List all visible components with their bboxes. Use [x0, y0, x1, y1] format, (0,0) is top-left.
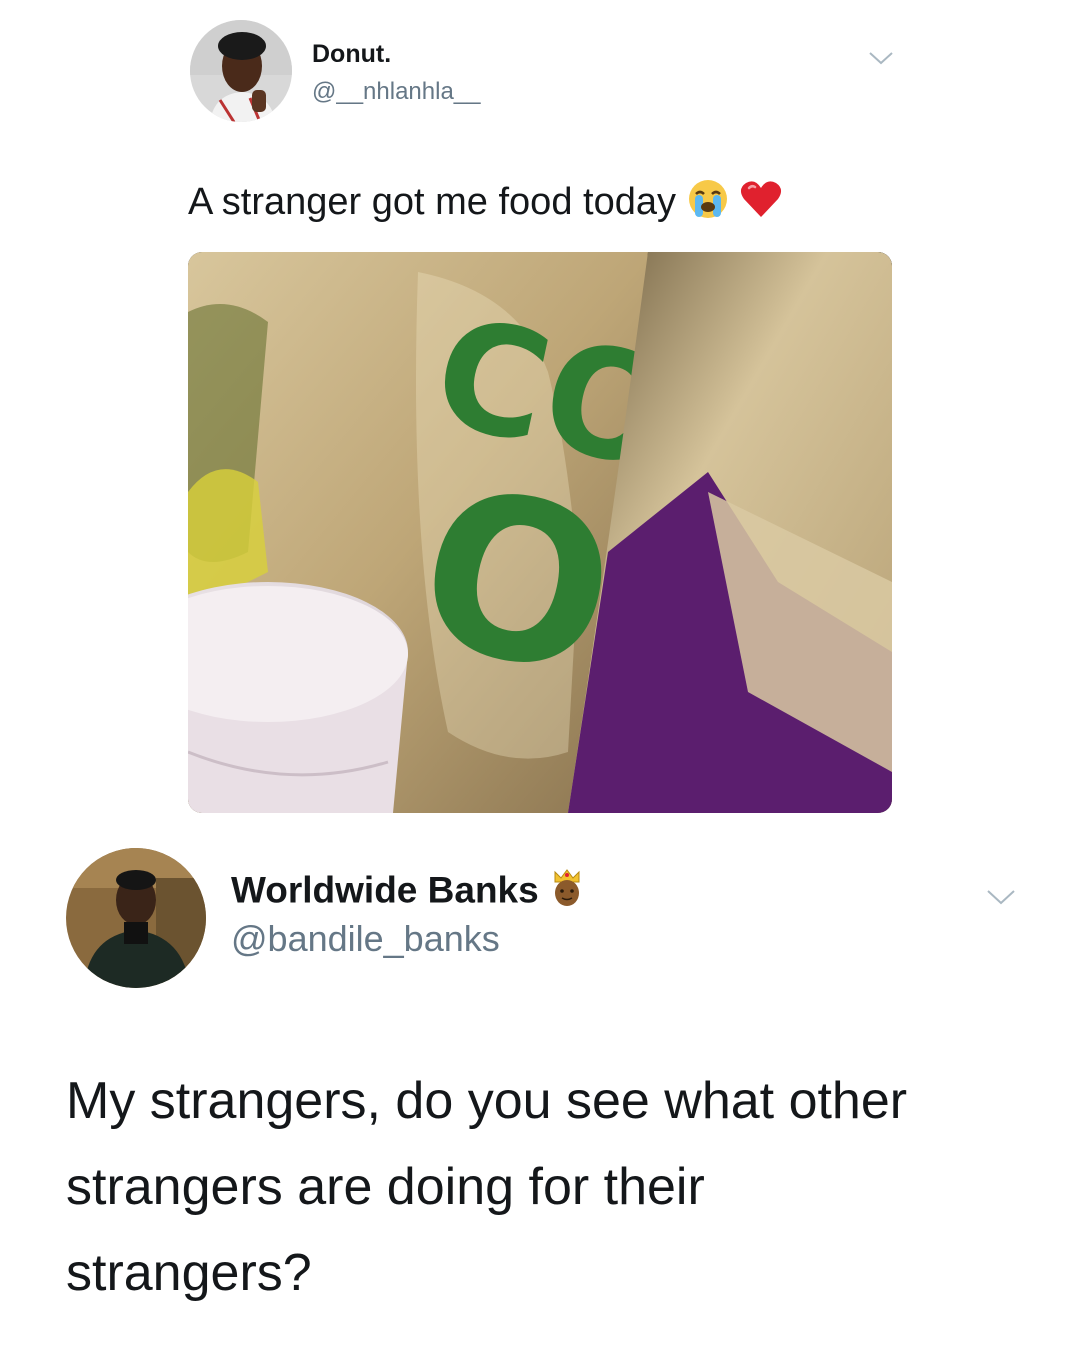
tweet-photo[interactable]: CO O: [188, 252, 892, 813]
avatar-photo: [190, 20, 292, 122]
tweet-text: My strangers, do you see what other stra…: [66, 1058, 1026, 1316]
food-bags-image: CO O: [188, 252, 892, 813]
tweet-text: A stranger got me food today: [188, 178, 783, 230]
tweet-text-line: strangers?: [66, 1244, 312, 1302]
tweet-original: Donut. @__nhlanhla__ A stranger got me f…: [0, 0, 1080, 820]
chevron-down-icon[interactable]: [868, 50, 894, 71]
display-name[interactable]: Worldwide Banks: [231, 868, 585, 917]
username[interactable]: @__nhlanhla__: [312, 78, 481, 106]
display-name[interactable]: Donut.: [312, 40, 391, 69]
tweet-text-line: My strangers, do you see what other: [66, 1072, 908, 1130]
tweet-text-line: strangers are doing for their: [66, 1158, 705, 1216]
tweet-text-content: A stranger got me food today: [188, 181, 676, 224]
avatar-photo: [66, 848, 206, 988]
red-heart-icon: [739, 179, 783, 229]
username[interactable]: @bandile_banks: [231, 918, 500, 960]
tweet-reply: Worldwide Banks @bandile_banks My strang…: [0, 840, 1080, 1347]
crowned-man-icon: [549, 868, 585, 917]
avatar[interactable]: [190, 20, 292, 122]
avatar[interactable]: [66, 848, 206, 988]
loudly-crying-face-icon: [687, 178, 729, 230]
chevron-down-icon[interactable]: [986, 888, 1016, 911]
display-name-text: Worldwide Banks: [231, 869, 539, 911]
